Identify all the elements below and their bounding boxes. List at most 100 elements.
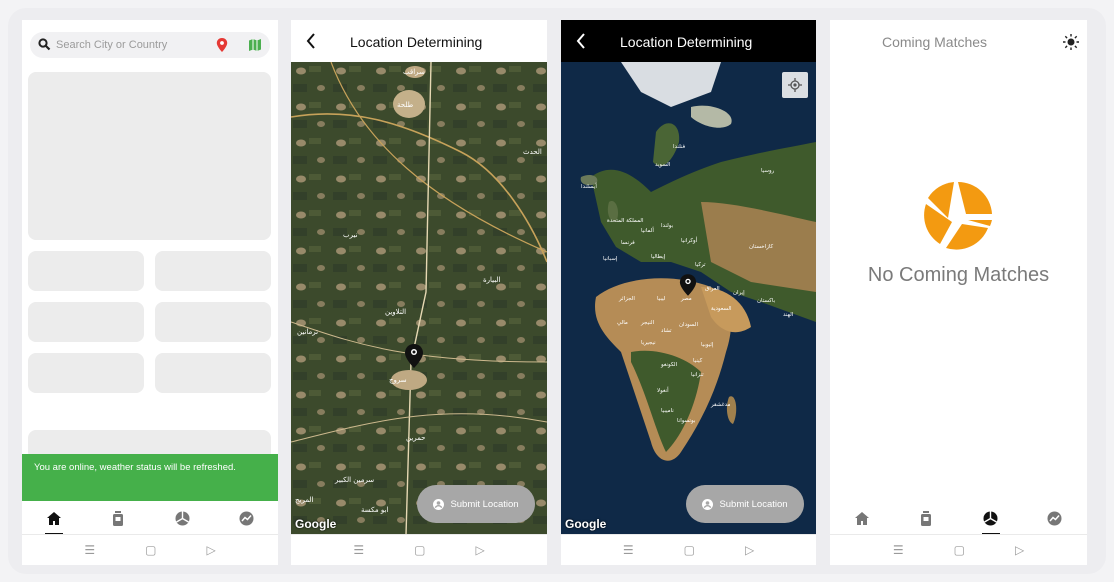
jersey-icon (921, 510, 932, 526)
map-view[interactable]: سراقب طلحة الحدث نيرب البيارة التلاوين ت… (291, 62, 547, 535)
tab-stats[interactable] (231, 501, 261, 535)
location-marker-icon[interactable] (404, 344, 424, 368)
submit-location-label: Submit Location (450, 498, 519, 510)
satellite-world-map: أيسلندا السويد فنلندا روسيا المملكة المت… (561, 62, 816, 535)
svg-text:باكستان: باكستان (757, 297, 776, 304)
tab-matches[interactable] (167, 501, 197, 535)
svg-text:النيجر: النيجر (640, 320, 655, 326)
home-button[interactable]: ▢ (954, 543, 965, 557)
svg-text:الهند: الهند (783, 312, 794, 318)
svg-text:التلاوين: التلاوين (385, 308, 406, 316)
svg-text:فرنسا: فرنسا (621, 240, 635, 246)
page-title: Location Determining (350, 34, 483, 50)
svg-text:الحدث: الحدث (523, 148, 542, 156)
home-screen: Search City or Country You are online, w… (22, 20, 278, 565)
svg-text:ألمانيا: ألمانيا (641, 226, 654, 234)
theme-toggle-sun-icon[interactable] (1063, 34, 1079, 50)
svg-text:ناميبيا: ناميبيا (661, 408, 674, 414)
search-icon (38, 38, 51, 51)
svg-text:المملكة المتحدة: المملكة المتحدة (607, 217, 644, 224)
svg-text:ترمانين: ترمانين (297, 328, 318, 336)
my-location-button[interactable] (782, 72, 808, 98)
svg-text:سروج: سروج (389, 376, 407, 384)
skeleton-banner (28, 72, 271, 240)
skeleton-card (155, 353, 271, 393)
empty-state-message: No Coming Matches (867, 264, 1050, 286)
skeleton-card (155, 251, 271, 291)
snackbar-text: You are online, weather status will be r… (34, 462, 236, 473)
back-button[interactable]: ▷ (1015, 543, 1024, 557)
map-view[interactable]: أيسلندا السويد فنلندا روسيا المملكة المت… (561, 62, 816, 535)
svg-text:مصر: مصر (680, 296, 692, 302)
svg-text:إيطاليا: إيطاليا (651, 254, 666, 260)
chart-icon (1047, 511, 1062, 525)
svg-text:إثيوبيا: إثيوبيا (701, 342, 714, 348)
system-navigation-bar: ☰ ▢ ▷ (22, 534, 278, 565)
back-button[interactable]: ▷ (206, 543, 215, 557)
tab-home[interactable] (39, 501, 69, 535)
tab-stats[interactable] (1040, 501, 1070, 535)
svg-text:المريح: المريح (295, 496, 314, 504)
bottom-tab-bar (22, 501, 278, 535)
location-screen-satellite-world: Location Determining أيسلندا السويد فنلن… (561, 20, 816, 565)
recents-button[interactable]: ☰ (84, 543, 95, 557)
skeleton-card (28, 302, 144, 342)
back-arrow-icon[interactable] (305, 32, 317, 50)
back-button[interactable]: ▷ (745, 543, 754, 557)
svg-text:بوتسوانا: بوتسوانا (677, 418, 696, 424)
app-bar: Location Determining (291, 20, 547, 62)
user-circle-icon (433, 498, 445, 510)
google-attribution: Google (565, 517, 607, 531)
google-attribution: Google (295, 517, 337, 531)
ball-icon (983, 511, 998, 525)
svg-text:أنغولا: أنغولا (657, 386, 669, 394)
system-navigation-bar: ☰ ▢ ▷ (291, 534, 547, 565)
recents-button[interactable]: ☰ (623, 543, 634, 557)
home-button[interactable]: ▢ (145, 543, 156, 557)
user-circle-icon (702, 498, 714, 510)
online-status-snackbar: You are online, weather status will be r… (22, 454, 278, 501)
system-navigation-bar: ☰ ▢ ▷ (830, 534, 1087, 565)
location-screen-satellite-local: Location Determining سراقب طلحة الحدث ني… (291, 20, 547, 565)
svg-text:فنلندا: فنلندا (673, 144, 686, 150)
tab-home[interactable] (847, 501, 877, 535)
back-button[interactable]: ▷ (475, 543, 484, 557)
recents-button[interactable]: ☰ (353, 543, 364, 557)
system-navigation-bar: ☰ ▢ ▷ (561, 534, 816, 565)
crosshair-icon (788, 78, 802, 92)
svg-text:السودان: السودان (679, 322, 698, 328)
location-pin-icon[interactable] (216, 38, 228, 52)
back-arrow-icon[interactable] (575, 32, 587, 50)
svg-text:ابو مكسة: ابو مكسة (361, 506, 388, 514)
svg-text:بولندا: بولندا (661, 223, 674, 229)
map-icon[interactable] (248, 38, 262, 52)
svg-text:تركيا: تركيا (695, 261, 706, 268)
tab-matches[interactable] (976, 501, 1006, 535)
bottom-tab-bar (830, 501, 1087, 535)
football-logo-icon (924, 181, 992, 250)
svg-text:كازاخستان: كازاخستان (749, 243, 774, 250)
svg-text:أيسلندا: أيسلندا (581, 182, 597, 190)
jersey-icon (113, 510, 123, 526)
tab-squad[interactable] (911, 501, 941, 535)
svg-text:العراق: العراق (705, 286, 720, 292)
coming-matches-screen: Coming Matches No Coming Matches ☰ ▢ ▷ (830, 20, 1087, 565)
recents-button[interactable]: ☰ (893, 543, 904, 557)
location-marker-icon[interactable] (679, 274, 697, 296)
svg-text:أوكرانيا: أوكرانيا (681, 236, 698, 244)
svg-text:سراقب: سراقب (403, 68, 425, 76)
skeleton-card (155, 302, 271, 342)
svg-text:الجزائر: الجزائر (618, 296, 635, 302)
search-bar[interactable]: Search City or Country (30, 32, 270, 58)
submit-location-button[interactable]: Submit Location (417, 485, 535, 523)
svg-text:نيجيريا: نيجيريا (641, 340, 656, 346)
search-input[interactable]: Search City or Country (56, 39, 167, 51)
submit-location-button[interactable]: Submit Location (686, 485, 804, 523)
home-button[interactable]: ▢ (414, 543, 425, 557)
home-button[interactable]: ▢ (684, 543, 695, 557)
svg-text:تشاد: تشاد (661, 328, 672, 334)
svg-text:السعودية: السعودية (711, 306, 732, 312)
svg-text:ليبيا: ليبيا (657, 296, 666, 302)
tab-squad[interactable] (103, 501, 133, 535)
submit-location-label: Submit Location (719, 498, 788, 510)
